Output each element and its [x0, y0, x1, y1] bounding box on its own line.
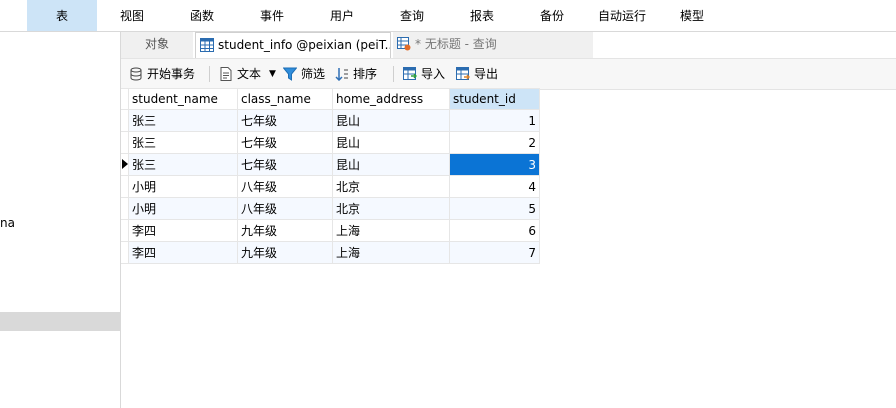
menu-function[interactable]: 函数 — [180, 0, 224, 31]
cell-student-id[interactable]: 1 — [449, 109, 540, 132]
cell-student-name[interactable]: 李四 — [128, 219, 238, 242]
row-indicator[interactable] — [121, 241, 129, 264]
cell-home-address[interactable]: 上海 — [332, 219, 450, 242]
cell-class-name[interactable]: 八年级 — [237, 197, 333, 220]
column-header-class-name[interactable]: class_name — [237, 88, 333, 110]
database-icon — [130, 67, 142, 81]
cell-student-id[interactable]: 2 — [449, 131, 540, 154]
begin-transaction-label: 开始事务 — [147, 67, 196, 81]
cell-student-name[interactable]: 张三 — [128, 109, 238, 132]
sort-icon — [335, 68, 348, 81]
cell-home-address[interactable]: 昆山 — [332, 153, 450, 176]
import-icon — [403, 67, 417, 80]
export-label: 导出 — [474, 67, 499, 81]
table-row-current[interactable]: 张三 七年级 昆山 3 — [121, 153, 540, 176]
menu-automation[interactable]: 自动运行 — [592, 0, 652, 31]
menu-view[interactable]: 视图 — [110, 0, 154, 31]
export-icon — [456, 67, 470, 80]
cell-home-address[interactable]: 昆山 — [332, 131, 450, 154]
grid-header-row: student_name class_name home_address stu… — [121, 88, 540, 110]
cell-student-name[interactable]: 李四 — [128, 241, 238, 264]
table-row[interactable]: 小明 八年级 北京 5 — [121, 197, 540, 220]
document-icon — [220, 67, 232, 81]
navigation-panel[interactable]: na — [0, 32, 121, 408]
menu-query[interactable]: 查询 — [390, 0, 434, 31]
row-indicator[interactable] — [121, 175, 129, 198]
menu-table[interactable]: 表 — [27, 0, 97, 31]
column-header-student-name[interactable]: student_name — [128, 88, 238, 110]
cell-class-name[interactable]: 七年级 — [237, 131, 333, 154]
cell-student-name[interactable]: 张三 — [128, 131, 238, 154]
nav-selected-item[interactable] — [0, 312, 120, 331]
cell-student-name[interactable]: 小明 — [128, 197, 238, 220]
cell-class-name[interactable]: 七年级 — [237, 109, 333, 132]
toolbar: 开始事务 文本 ▼ 筛选 排序 导入 导出 — [121, 58, 896, 90]
row-indicator[interactable] — [121, 131, 129, 154]
data-grid[interactable]: student_name class_name home_address stu… — [121, 88, 540, 264]
cell-student-id[interactable]: 6 — [449, 219, 540, 242]
sort-label: 排序 — [353, 67, 378, 81]
cell-class-name[interactable]: 八年级 — [237, 175, 333, 198]
tab-untitled-query-label: * 无标题 - 查询 — [415, 37, 497, 51]
tab-student-info-label: student_info @peixian (peiT... — [218, 38, 391, 52]
toolbar-divider — [393, 66, 394, 82]
cell-home-address[interactable]: 上海 — [332, 241, 450, 264]
row-indicator[interactable] — [121, 153, 129, 176]
menu-model[interactable]: 模型 — [670, 0, 714, 31]
current-row-pointer-icon — [122, 159, 128, 169]
table-icon — [200, 38, 214, 52]
cell-home-address[interactable]: 北京 — [332, 175, 450, 198]
table-row[interactable]: 小明 八年级 北京 4 — [121, 175, 540, 198]
import-label: 导入 — [421, 67, 446, 81]
chevron-down-icon[interactable]: ▼ — [269, 59, 276, 89]
row-indicator[interactable] — [121, 197, 129, 220]
cell-class-name[interactable]: 九年级 — [237, 241, 333, 264]
table-row[interactable]: 张三 七年级 昆山 1 — [121, 109, 540, 132]
main-menu-bar: 表 视图 函数 事件 用户 查询 报表 备份 自动运行 模型 — [0, 0, 896, 32]
cell-student-name[interactable]: 张三 — [128, 153, 238, 176]
cell-student-name[interactable]: 小明 — [128, 175, 238, 198]
cell-class-name[interactable]: 九年级 — [237, 219, 333, 242]
nav-item-text[interactable]: na — [0, 216, 15, 230]
menu-backup[interactable]: 备份 — [530, 0, 574, 31]
cell-home-address[interactable]: 北京 — [332, 197, 450, 220]
row-indicator[interactable] — [121, 109, 129, 132]
table-row[interactable]: 李四 九年级 上海 7 — [121, 241, 540, 264]
cell-home-address[interactable]: 昆山 — [332, 109, 450, 132]
cell-student-id[interactable]: 5 — [449, 197, 540, 220]
tab-objects[interactable]: 对象 — [121, 32, 193, 58]
row-indicator-header — [121, 88, 129, 110]
table-row[interactable]: 张三 七年级 昆山 2 — [121, 131, 540, 154]
cell-class-name[interactable]: 七年级 — [237, 153, 333, 176]
table-row[interactable]: 李四 九年级 上海 6 — [121, 219, 540, 242]
tab-student-info[interactable]: student_info @peixian (peiT... — [195, 32, 391, 58]
toolbar-divider — [209, 66, 210, 82]
cell-student-id[interactable]: 4 — [449, 175, 540, 198]
text-label: 文本 — [237, 67, 262, 81]
menu-event[interactable]: 事件 — [250, 0, 294, 31]
row-indicator[interactable] — [121, 219, 129, 242]
column-header-student-id[interactable]: student_id — [449, 88, 540, 110]
column-header-home-address[interactable]: home_address — [332, 88, 450, 110]
cell-student-id[interactable]: 7 — [449, 241, 540, 264]
filter-icon — [283, 67, 297, 81]
cell-student-id-selected[interactable]: 3 — [449, 153, 540, 176]
query-icon — [397, 37, 411, 51]
filter-label: 筛选 — [301, 67, 326, 81]
menu-report[interactable]: 报表 — [460, 0, 504, 31]
tab-untitled-query[interactable]: * 无标题 - 查询 — [393, 32, 593, 58]
tab-bar: 对象 student_info @peixian (peiT... * 无标题 … — [121, 32, 896, 58]
menu-user[interactable]: 用户 — [320, 0, 364, 31]
